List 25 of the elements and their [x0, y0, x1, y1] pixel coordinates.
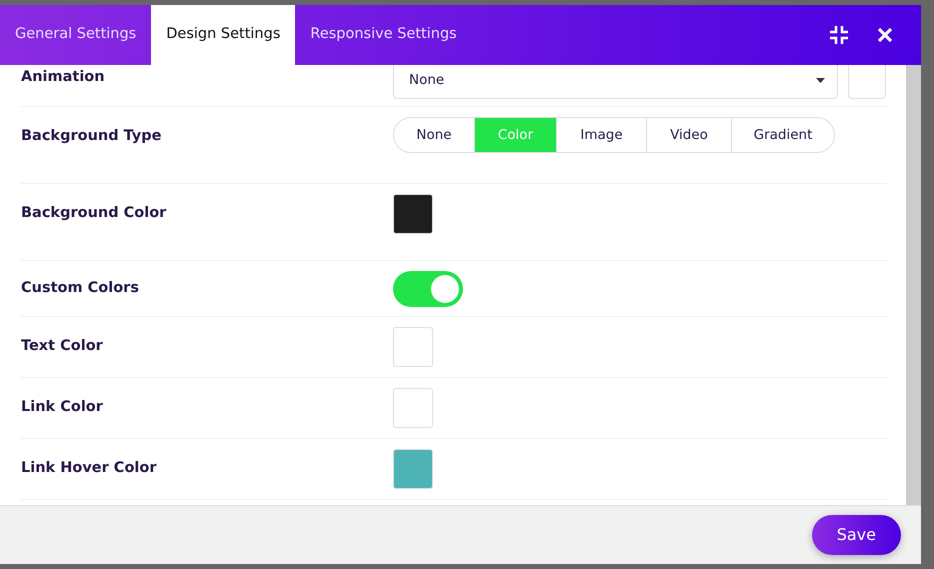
setting-label: Text Color: [21, 337, 104, 356]
toggle-switch[interactable]: [393, 270, 463, 306]
color-swatch[interactable]: [393, 388, 433, 428]
tab[interactable]: Responsive Settings: [295, 5, 472, 65]
segment-option[interactable]: Gradient: [731, 118, 834, 152]
color-field[interactable]: [848, 65, 886, 99]
setting-label: Background Color: [21, 204, 168, 223]
setting-label: Background Type: [21, 127, 162, 146]
caret-icon: [816, 78, 825, 82]
setting-label: Custom Colors: [21, 278, 140, 298]
save-button[interactable]: Save: [812, 515, 901, 555]
tab[interactable]: Design Settings: [151, 5, 296, 65]
select-value: None: [409, 70, 444, 90]
background-type-selector[interactable]: None Color Image Video Gradient: [393, 117, 835, 153]
tab[interactable]: General Settings: [0, 5, 152, 65]
color-swatch[interactable]: [393, 194, 433, 234]
scrollbar[interactable]: [906, 65, 921, 505]
minimize-icon[interactable]: [829, 25, 849, 45]
setting-label: Link Hover Color: [21, 459, 158, 478]
color-swatch[interactable]: [393, 327, 433, 367]
close-icon[interactable]: [877, 27, 893, 43]
setting-label: Animation: [21, 68, 106, 87]
setting-label: Link Color: [21, 398, 104, 418]
color-swatch[interactable]: [393, 449, 433, 489]
animation-select[interactable]: None: [393, 65, 838, 99]
